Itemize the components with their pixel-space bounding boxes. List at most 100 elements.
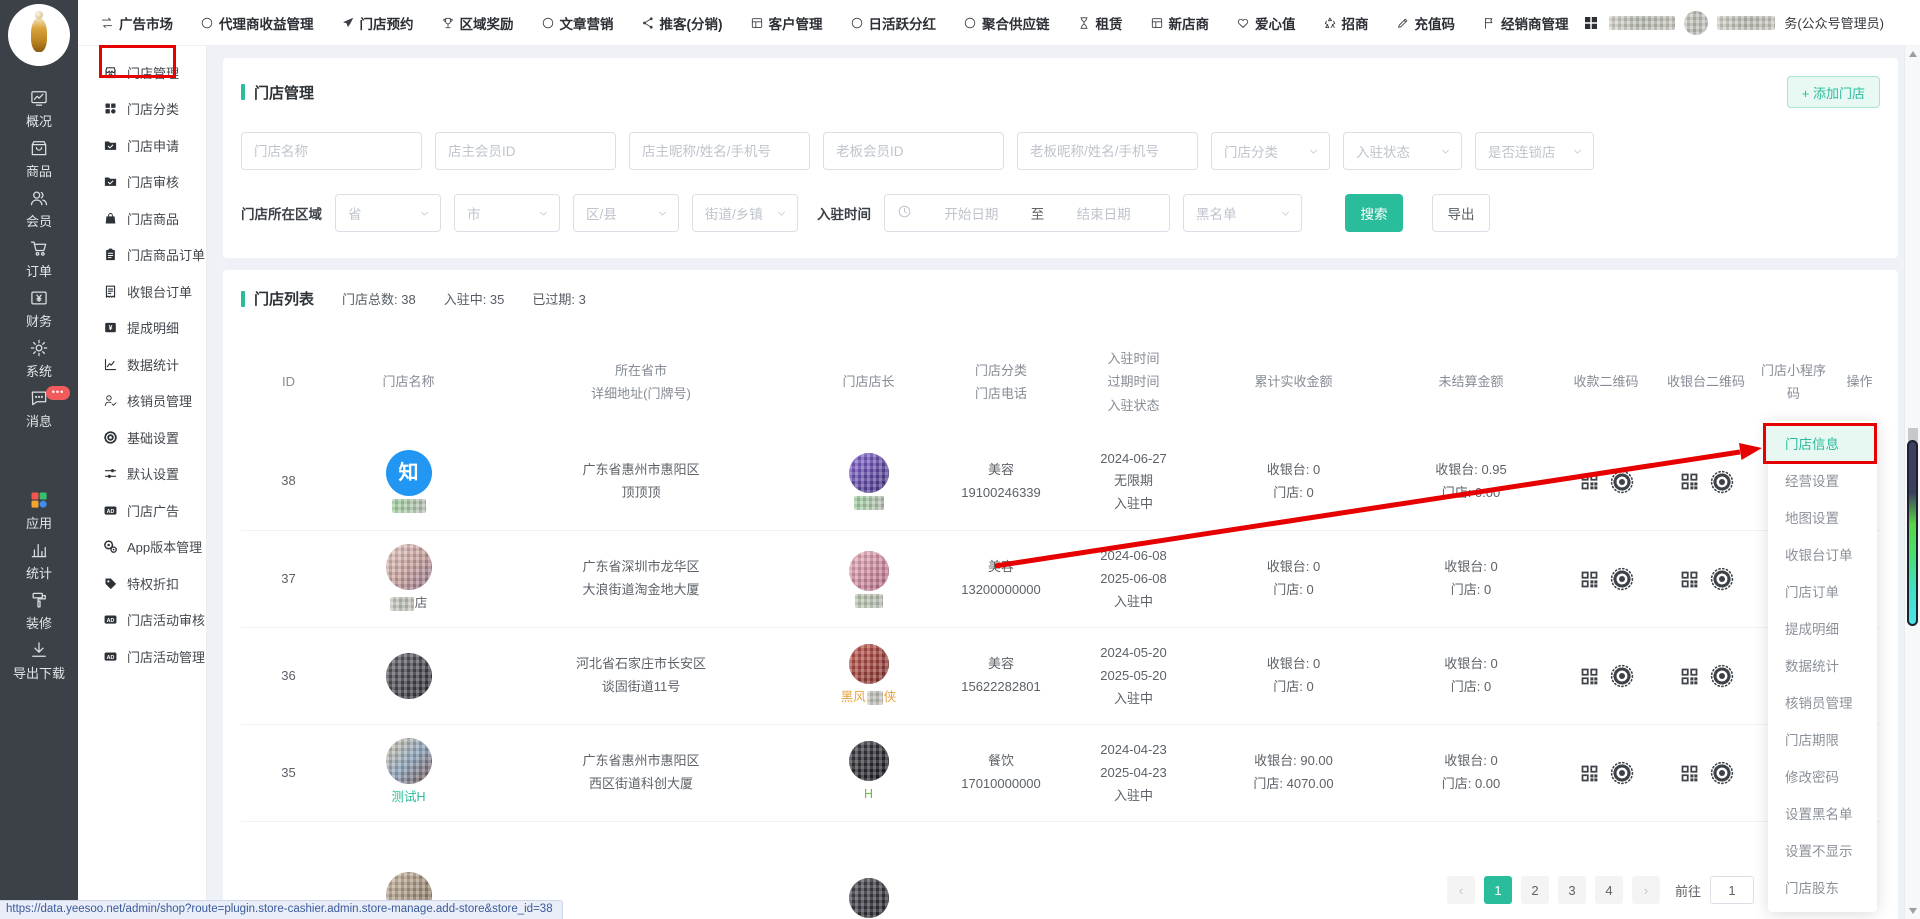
prev-page-button[interactable]: ‹ xyxy=(1447,876,1475,904)
sidebar-item-统计[interactable]: 统计 xyxy=(0,536,78,586)
sidebar-item-装修[interactable]: 装修 xyxy=(0,586,78,636)
qr-code-icon[interactable] xyxy=(1679,763,1700,784)
miniprogram-code-icon[interactable] xyxy=(1710,567,1734,591)
topnav-item[interactable]: 区域奖励 xyxy=(441,13,514,33)
submenu-item-门店活动审核[interactable]: AD 门店活动审核 xyxy=(78,602,206,639)
avatar[interactable]: 知 xyxy=(386,450,432,496)
avatar[interactable] xyxy=(849,878,889,918)
scroll-down-icon[interactable] xyxy=(1909,908,1917,914)
menu-item-数据统计[interactable]: 数据统计 xyxy=(1768,648,1877,685)
topnav-item[interactable]: 客户管理 xyxy=(750,13,823,33)
blacklist-select[interactable]: 黑名单 xyxy=(1183,194,1302,232)
topnav-item[interactable]: 文章营销 xyxy=(541,13,614,33)
sidebar-item-商品[interactable]: 商品 xyxy=(0,134,78,184)
region-select-市[interactable]: 市 xyxy=(454,194,560,232)
submenu-item-收银台订单[interactable]: 收银台订单 xyxy=(78,273,206,310)
topnav-item[interactable]: 招商 xyxy=(1323,13,1369,33)
browser-scrollbar[interactable] xyxy=(1904,46,1920,919)
miniprogram-code-icon[interactable] xyxy=(1610,761,1634,785)
filter-input-0[interactable] xyxy=(241,132,422,170)
avatar[interactable] xyxy=(849,644,889,684)
topnav-item[interactable]: 经销商管理 xyxy=(1482,13,1569,33)
submenu-item-门店申请[interactable]: 门店申请 xyxy=(78,127,206,164)
submenu-item-特权折扣[interactable]: 特权折扣 xyxy=(78,565,206,602)
submenu-item-门店商品订单[interactable]: 门店商品订单 xyxy=(78,237,206,274)
menu-item-核销员管理[interactable]: 核销员管理 xyxy=(1768,685,1877,722)
qr-code-icon[interactable] xyxy=(1679,569,1700,590)
filter-input-3[interactable] xyxy=(823,132,1004,170)
submenu-item-门店分类[interactable]: 门店分类 xyxy=(78,91,206,128)
submenu-item-门店商品[interactable]: 门店商品 xyxy=(78,200,206,237)
sidebar-item-概况[interactable]: 概况 xyxy=(0,84,78,134)
menu-item-门店信息[interactable]: 门店信息 xyxy=(1768,426,1877,463)
menu-item-提成明细[interactable]: 提成明细 xyxy=(1768,611,1877,648)
miniprogram-code-icon[interactable] xyxy=(1610,470,1634,494)
submenu-item-门店广告[interactable]: AD 门店广告 xyxy=(78,492,206,529)
menu-item-门店订单[interactable]: 门店订单 xyxy=(1768,574,1877,611)
filter-select-是否连锁店[interactable]: 是否连锁店 xyxy=(1475,132,1594,170)
qr-code-icon[interactable] xyxy=(1679,471,1700,492)
submenu-item-核销员管理[interactable]: 核销员管理 xyxy=(78,383,206,420)
brand-avatar[interactable] xyxy=(8,4,70,66)
qr-code-icon[interactable] xyxy=(1579,666,1600,687)
submenu-item-基础设置[interactable]: 基础设置 xyxy=(78,419,206,456)
submenu-item-默认设置[interactable]: 默认设置 xyxy=(78,456,206,493)
topnav-item[interactable]: 新店商 xyxy=(1150,13,1210,33)
miniprogram-code-icon[interactable] xyxy=(1610,664,1634,688)
qr-code-icon[interactable] xyxy=(1579,763,1600,784)
page-button-4[interactable]: 4 xyxy=(1595,876,1623,904)
menu-item-修改密码[interactable]: 修改密码 xyxy=(1768,759,1877,796)
miniprogram-code-icon[interactable] xyxy=(1710,470,1734,494)
menu-item-设置不显示[interactable]: 设置不显示 xyxy=(1768,833,1877,870)
topnav-item[interactable]: 代理商收益管理 xyxy=(200,13,314,33)
submenu-item-提成明细[interactable]: ¥ 提成明细 xyxy=(78,310,206,347)
region-select-街道/乡镇[interactable]: 街道/乡镇 xyxy=(692,194,798,232)
topnav-item[interactable]: 推客(分销) xyxy=(641,13,723,33)
submenu-item-门店管理[interactable]: 门店管理 xyxy=(78,54,206,91)
sidebar-item-财务[interactable]: 财务 xyxy=(0,284,78,334)
add-store-button[interactable]: + 添加门店 xyxy=(1787,76,1880,108)
miniprogram-code-icon[interactable] xyxy=(1710,761,1734,785)
menu-item-设置黑名单[interactable]: 设置黑名单 xyxy=(1768,796,1877,833)
menu-item-门店股东[interactable]: 门店股东 xyxy=(1768,870,1877,907)
submenu-item-门店活动管理[interactable]: AD 门店活动管理 xyxy=(78,638,206,675)
filter-select-门店分类[interactable]: 门店分类 xyxy=(1211,132,1330,170)
qr-code-icon[interactable] xyxy=(1679,666,1700,687)
scroll-up-icon[interactable] xyxy=(1909,51,1917,57)
submenu-item-App版本管理[interactable]: App版本管理 xyxy=(78,529,206,566)
avatar[interactable] xyxy=(849,741,889,781)
filter-input-2[interactable] xyxy=(629,132,810,170)
avatar[interactable] xyxy=(386,738,432,784)
sidebar-item-系统[interactable]: 系统 xyxy=(0,334,78,384)
sidebar-item-订单[interactable]: 订单 xyxy=(0,234,78,284)
sidebar-item-消息[interactable]: ••• 消息 xyxy=(0,384,78,434)
submenu-item-数据统计[interactable]: 数据统计 xyxy=(78,346,206,383)
topnav-item[interactable]: 充值码 xyxy=(1396,13,1456,33)
page-button-2[interactable]: 2 xyxy=(1521,876,1549,904)
miniprogram-code-icon[interactable] xyxy=(1710,664,1734,688)
avatar[interactable] xyxy=(849,453,889,493)
avatar[interactable] xyxy=(386,544,432,590)
region-select-省[interactable]: 省 xyxy=(335,194,441,232)
avatar[interactable] xyxy=(386,653,432,699)
page-button-1[interactable]: 1 xyxy=(1484,876,1512,904)
topnav-item[interactable]: 爱心值 xyxy=(1236,13,1296,33)
submenu-item-门店审核[interactable]: 门店审核 xyxy=(78,164,206,201)
topnav-item[interactable]: 广告市场 xyxy=(100,13,173,33)
sidebar-item-会员[interactable]: 会员 xyxy=(0,184,78,234)
user-avatar[interactable] xyxy=(1684,11,1708,35)
topnav-item[interactable]: 租赁 xyxy=(1077,13,1123,33)
qr-code-icon[interactable] xyxy=(1579,471,1600,492)
sidebar-item-导出下载[interactable]: 导出下载 xyxy=(0,636,78,686)
menu-item-地图设置[interactable]: 地图设置 xyxy=(1768,500,1877,537)
apps-grid-icon[interactable] xyxy=(1582,14,1600,32)
topnav-item[interactable]: 聚合供应链 xyxy=(963,13,1050,33)
topnav-item[interactable]: 日活跃分红 xyxy=(850,13,937,33)
goto-page-input[interactable] xyxy=(1710,876,1754,904)
sidebar-item-应用[interactable]: 应用 xyxy=(0,486,78,536)
page-button-3[interactable]: 3 xyxy=(1558,876,1586,904)
menu-item-收银台订单[interactable]: 收银台订单 xyxy=(1768,537,1877,574)
filter-input-4[interactable] xyxy=(1017,132,1198,170)
region-select-区/县[interactable]: 区/县 xyxy=(573,194,679,232)
filter-select-入驻状态[interactable]: 入驻状态 xyxy=(1343,132,1462,170)
